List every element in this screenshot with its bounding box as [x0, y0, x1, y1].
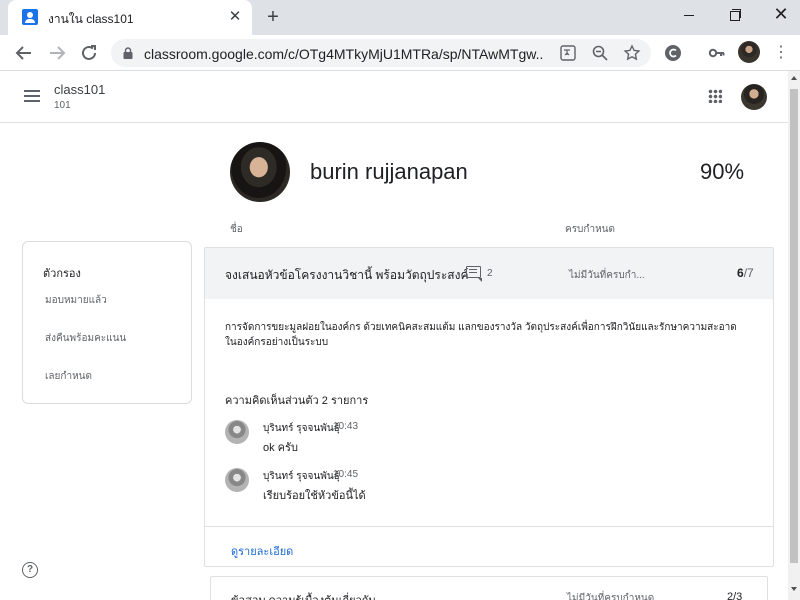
student-avatar	[230, 142, 290, 202]
assignment-row-next[interactable]: ข้อสอบ ความรู้เบื้องต้นเกี่ยวกับ... ไม่ม…	[210, 576, 768, 600]
filter-returned-graded[interactable]: ส่งคืนพร้อมคะแนน	[45, 331, 126, 346]
comment-count: 2	[487, 268, 493, 279]
reload-icon[interactable]	[76, 40, 102, 66]
score-max: /7	[743, 266, 754, 280]
comment-text: เรียบร้อยใช้หัวข้อนี้ได้	[263, 490, 366, 502]
google-apps-icon[interactable]	[708, 89, 722, 103]
commenter-avatar	[225, 420, 249, 444]
address-bar[interactable]: classroom.google.com/c/OTg4MTkyMjU1MTRa/…	[111, 39, 651, 67]
key-icon[interactable]	[708, 44, 726, 62]
comment-time: 10:43	[333, 421, 359, 432]
forward-arrow-icon[interactable]	[44, 40, 70, 66]
filter-title: ตัวกรอง	[43, 268, 81, 280]
student-name: burin rujjanapan	[310, 159, 468, 184]
browser-menu-icon[interactable]: ⋮	[772, 43, 790, 63]
commenter-avatar	[225, 468, 249, 492]
comment-icon	[466, 266, 482, 282]
help-icon[interactable]: ?	[22, 562, 38, 578]
assignment-score: 6/7	[737, 266, 754, 280]
scroll-thumb[interactable]	[790, 89, 798, 563]
assignment-due: ไม่มีวันที่ครบกำ...	[569, 270, 645, 281]
window-minimize-button[interactable]	[666, 0, 712, 30]
new-tab-button[interactable]: +	[260, 5, 286, 31]
filter-assigned[interactable]: มอบหมายแล้ว	[45, 293, 107, 308]
student-grade-percent: 90%	[700, 159, 745, 184]
tab-title: งานใน class101	[48, 12, 134, 26]
assignment-row[interactable]: จงเสนอหัวข้อโครงงานวิชานี้ พร้อมวัตถุประ…	[205, 248, 773, 299]
tab-close-icon[interactable]: ✕	[226, 8, 244, 26]
url-text[interactable]: classroom.google.com/c/OTg4MTkyMjU1MTRa/…	[144, 46, 544, 62]
scroll-up-arrow-icon[interactable]	[791, 76, 797, 80]
window-restore-button[interactable]	[712, 0, 758, 30]
translate-icon[interactable]	[559, 44, 577, 62]
assignment-due: ไม่มีวันที่ครบกำหนด	[567, 593, 655, 600]
view-details-link[interactable]: ดูรายละเอียด	[231, 542, 293, 560]
back-arrow-icon[interactable]	[11, 40, 37, 66]
column-header-due: ครบกำหนด	[565, 224, 615, 235]
comment-text: ok ครับ	[263, 442, 298, 454]
comment-time: 10:45	[333, 469, 359, 480]
account-avatar[interactable]	[741, 84, 767, 110]
classroom-favicon-icon	[22, 9, 38, 25]
class-section: 101	[54, 100, 71, 111]
assignment-card: จงเสนอหัวข้อโครงงานวิชานี้ พร้อมวัตถุประ…	[204, 247, 774, 567]
app-bar: class101 101	[0, 71, 788, 123]
scroll-down-arrow-icon[interactable]	[791, 587, 797, 591]
filter-panel: ตัวกรอง มอบหมายแล้ว ส่งคืนพร้อมคะแนน เลย…	[22, 241, 192, 404]
assignment-title[interactable]: ข้อสอบ ความรู้เบื้องต้นเกี่ยวกับ...	[231, 591, 385, 600]
comment-author: บุรินทร์ รุจจนพันธุ์	[263, 471, 340, 482]
comment-author: บุรินทร์ รุจจนพันธุ์	[263, 423, 340, 434]
private-comment: บุรินทร์ รุจจนพันธุ์ 10:45 เรียบร้อยใช้ห…	[225, 466, 745, 506]
extension-icon[interactable]	[664, 44, 682, 62]
browser-tab[interactable]: งานใน class101 ✕	[8, 0, 252, 35]
assignment-description: การจัดการขยะมูลฝอยในองค์กร ด้วยเทคนิคสะส…	[225, 322, 737, 348]
assignment-title[interactable]: จงเสนอหัวข้อโครงงานวิชานี้ พร้อมวัตถุประ…	[225, 266, 469, 285]
assignment-score: 2/3	[727, 591, 743, 600]
browser-toolbar: classroom.google.com/c/OTg4MTkyMjU1MTRa/…	[0, 35, 800, 71]
zoom-out-icon[interactable]	[591, 44, 609, 62]
classroom-page: class101 101 burin rujjanapan 90% ชื่อ ค…	[0, 71, 788, 600]
lock-icon	[123, 47, 133, 59]
filter-missing[interactable]: เลยกำหนด	[45, 369, 92, 384]
class-name[interactable]: class101	[54, 82, 105, 97]
browser-profile-avatar[interactable]	[738, 41, 760, 63]
score-value: 6	[737, 266, 744, 280]
card-divider	[205, 526, 773, 527]
bookmark-star-icon[interactable]	[623, 44, 641, 62]
column-header-name: ชื่อ	[230, 224, 243, 235]
window-close-button[interactable]: ✕	[758, 0, 800, 30]
hamburger-menu-icon[interactable]	[24, 90, 40, 102]
page-scrollbar[interactable]	[788, 71, 800, 600]
browser-tabstrip: งานใน class101 ✕ + ✕	[0, 0, 800, 35]
private-comments-title: ความคิดเห็นส่วนตัว 2 รายการ	[225, 395, 369, 407]
private-comment: บุรินทร์ รุจจนพันธุ์ 10:43 ok ครับ	[225, 418, 745, 458]
